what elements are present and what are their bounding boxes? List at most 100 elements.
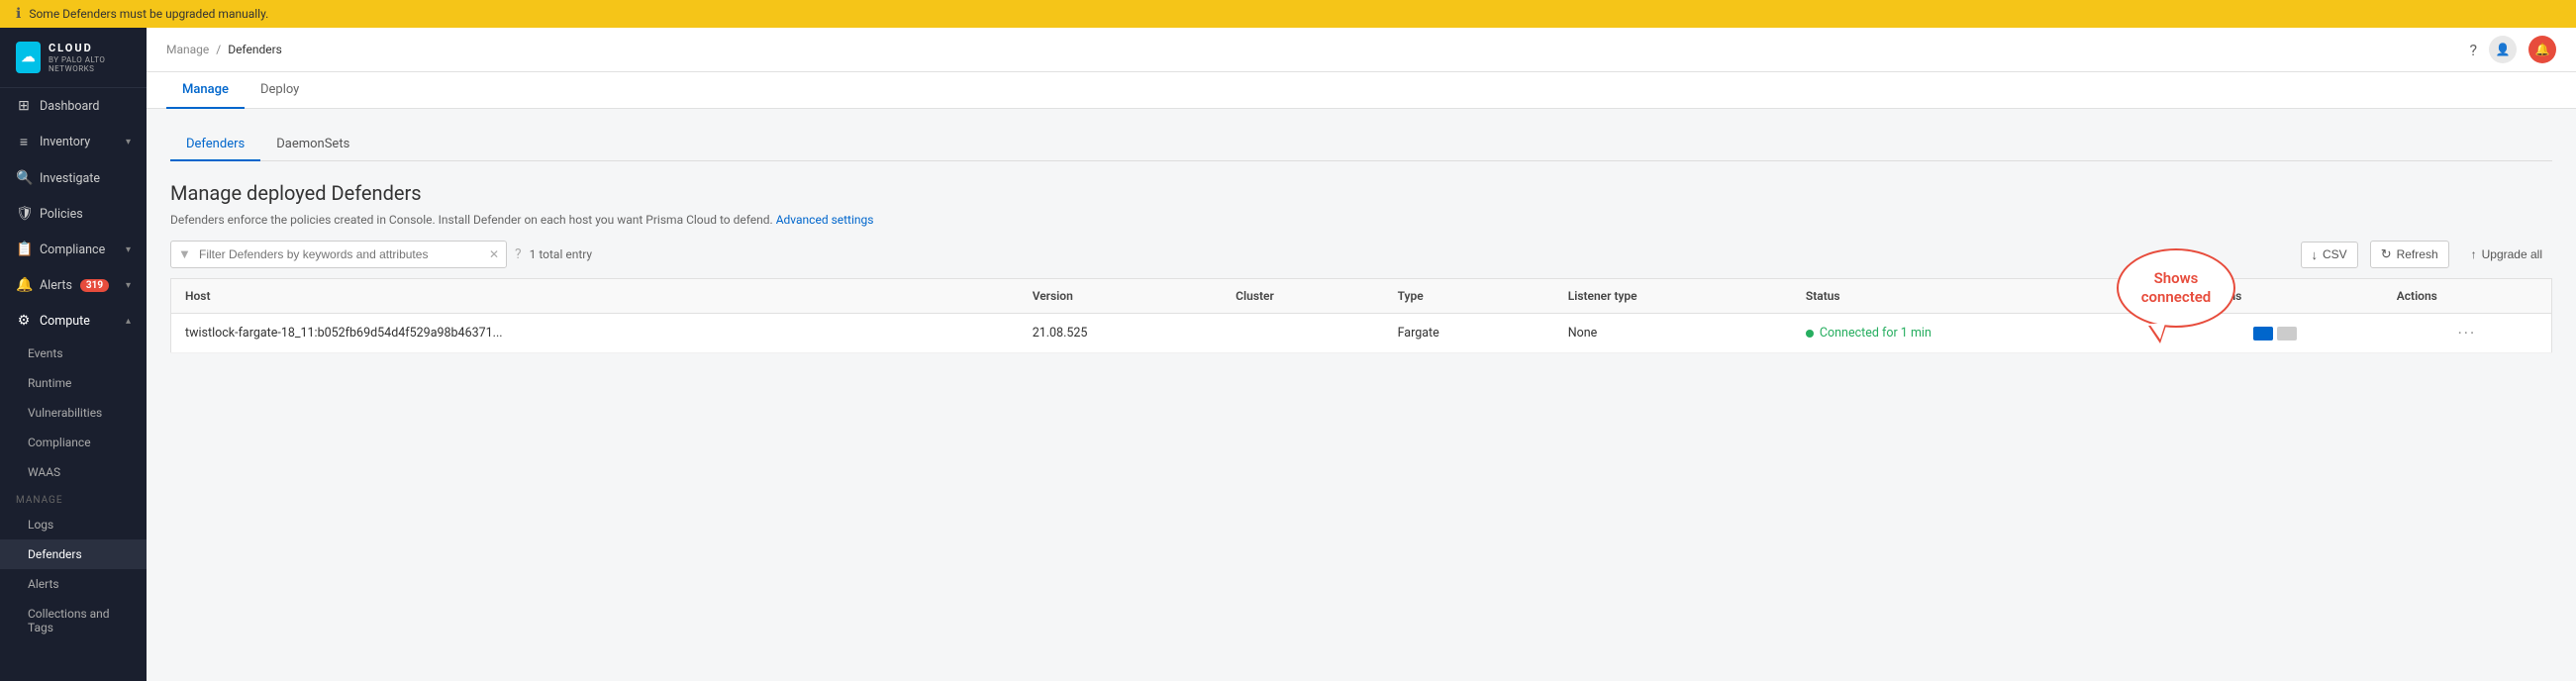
- sidebar-item-vulnerabilities[interactable]: Vulnerabilities: [0, 398, 147, 428]
- entry-count: 1 total entry: [530, 247, 593, 261]
- top-actions: ? 👤 🔔: [2469, 36, 2556, 63]
- toolbar-right: ↓ CSV ↻ Refresh ↑ Upgrade all: [2301, 241, 2553, 268]
- user-avatar[interactable]: 👤: [2489, 36, 2517, 63]
- sidebar-item-defenders[interactable]: Defenders: [0, 539, 147, 569]
- sub-tabs: Defenders DaemonSets: [170, 129, 2552, 161]
- data-table: Host Version Cluster Type Listener type …: [170, 278, 2552, 353]
- cell-status: Connected for 1 min: [1792, 314, 2168, 353]
- upgrade-icon: ↑: [2471, 247, 2477, 261]
- sidebar-item-inventory[interactable]: ≡ Inventory ▾: [0, 124, 147, 160]
- warning-icon: ℹ: [16, 6, 21, 22]
- sidebar-sub-label: Vulnerabilities: [28, 406, 102, 420]
- sidebar-sub-label: Logs: [28, 518, 53, 532]
- col-collections[interactable]: Collections: [2168, 279, 2383, 314]
- tab-deploy[interactable]: Deploy: [245, 72, 315, 109]
- breadcrumb-parent[interactable]: Manage: [166, 43, 209, 56]
- col-actions[interactable]: Actions: [2383, 279, 2552, 314]
- logo-icon: ☁: [16, 42, 41, 73]
- cell-cluster: [1222, 314, 1383, 353]
- actions-menu-button[interactable]: ···: [2458, 324, 2477, 342]
- table-header-row: Host Version Cluster Type Listener type …: [171, 279, 2552, 314]
- chevron-icon: ▾: [126, 280, 131, 291]
- col-version[interactable]: Version: [1019, 279, 1222, 314]
- table-row: twistlock-fargate-18_11:b052fb69d54d4f52…: [171, 314, 2552, 353]
- tab-manage[interactable]: Manage: [166, 72, 245, 109]
- compute-icon: ⚙: [16, 313, 32, 329]
- sidebar-item-label: Dashboard: [40, 99, 99, 114]
- alerts-icon: 🔔: [16, 277, 32, 293]
- breadcrumb: Manage / Defenders: [166, 43, 282, 56]
- sidebar-sub-label: Events: [28, 346, 63, 360]
- refresh-icon: ↻: [2381, 246, 2392, 262]
- sidebar-sub-label: Runtime: [28, 376, 71, 390]
- sidebar-item-label: Alerts: [40, 278, 72, 293]
- filter-wrap: ▼ ✕: [170, 241, 507, 268]
- sidebar-item-runtime[interactable]: Runtime: [0, 368, 147, 398]
- sidebar-item-collections[interactable]: Collections and Tags: [0, 599, 147, 642]
- table-wrapper: Shows connected Host Version Cluster Typ…: [170, 278, 2552, 353]
- inventory-icon: ≡: [16, 134, 32, 150]
- col-host[interactable]: Host: [171, 279, 1019, 314]
- filter-help-icon[interactable]: ?: [515, 246, 522, 262]
- sub-tab-defenders[interactable]: Defenders: [170, 129, 260, 161]
- refresh-button[interactable]: ↻ Refresh: [2370, 241, 2449, 268]
- chevron-icon: ▾: [126, 244, 131, 255]
- investigate-icon: 🔍: [16, 170, 32, 186]
- sidebar-item-alerts[interactable]: 🔔 Alerts 319 ▾: [0, 267, 147, 303]
- page-tabs: Manage Deploy: [147, 72, 2576, 109]
- sidebar-sub-label: WAAS: [28, 465, 60, 479]
- sidebar-nav: ⊞ Dashboard ≡ Inventory ▾ 🔍 Investigate: [0, 88, 147, 681]
- sidebar-item-label: Investigate: [40, 171, 100, 186]
- dashboard-icon: ⊞: [16, 98, 32, 114]
- col-listener-type[interactable]: Listener type: [1554, 279, 1792, 314]
- sidebar-item-alerts-manage[interactable]: Alerts: [0, 569, 147, 599]
- csv-button[interactable]: ↓ CSV: [2301, 242, 2358, 268]
- sidebar-item-dashboard[interactable]: ⊞ Dashboard: [0, 88, 147, 124]
- alert-icon[interactable]: 🔔: [2528, 36, 2556, 63]
- col-cluster[interactable]: Cluster: [1222, 279, 1383, 314]
- advanced-settings-link[interactable]: Advanced settings: [776, 213, 874, 227]
- table-toolbar: ▼ ✕ ? 1 total entry ↓ CSV ↻ Refresh: [170, 241, 2552, 268]
- cell-version: 21.08.525: [1019, 314, 1222, 353]
- cell-listener-type: None: [1554, 314, 1792, 353]
- sidebar-item-logs[interactable]: Logs: [0, 510, 147, 539]
- status-connected: Connected for 1 min: [1806, 326, 2154, 340]
- sidebar-logo: ☁ CLOUD BY PALO ALTO NETWORKS: [0, 28, 147, 88]
- csv-icon: ↓: [2312, 247, 2319, 262]
- sidebar-sub-label: Defenders: [28, 547, 82, 561]
- top-bar: Manage / Defenders ? 👤 🔔: [147, 28, 2576, 72]
- compliance-icon: 📋: [16, 242, 32, 257]
- sidebar-item-policies[interactable]: 🛡 Policies: [0, 196, 147, 232]
- sidebar-item-compute[interactable]: ⚙ Compute ▴: [0, 303, 147, 339]
- collection-gray-icon[interactable]: [2277, 327, 2297, 340]
- alerts-badge: 319: [80, 279, 109, 292]
- policies-icon: 🛡: [16, 206, 32, 222]
- sidebar-item-events[interactable]: Events: [0, 339, 147, 368]
- cell-type: Fargate: [1384, 314, 1554, 353]
- chevron-icon: ▾: [126, 137, 131, 147]
- cell-actions: ···: [2383, 314, 2552, 353]
- section-desc: Defenders enforce the policies created i…: [170, 211, 2552, 229]
- col-type[interactable]: Type: [1384, 279, 1554, 314]
- cell-host: twistlock-fargate-18_11:b052fb69d54d4f52…: [171, 314, 1019, 353]
- upgrade-button[interactable]: ↑ Upgrade all: [2461, 243, 2552, 266]
- collection-icons: [2182, 327, 2369, 340]
- filter-clear-icon[interactable]: ✕: [489, 247, 499, 261]
- filter-input[interactable]: [170, 241, 507, 268]
- sidebar-sub-label: Compliance: [28, 436, 91, 449]
- collection-blue-icon[interactable]: [2253, 327, 2273, 340]
- sidebar-sub-label: Alerts: [28, 577, 59, 591]
- warning-banner: ℹ Some Defenders must be upgraded manual…: [0, 0, 2576, 28]
- sub-tab-daemonsets[interactable]: DaemonSets: [260, 129, 365, 161]
- sidebar-item-waas[interactable]: WAAS: [0, 457, 147, 487]
- col-status[interactable]: Status: [1792, 279, 2168, 314]
- sidebar-item-label: Compute: [40, 314, 90, 329]
- sidebar-item-compliance[interactable]: 📋 Compliance ▾: [0, 232, 147, 267]
- sidebar-item-compliance-sub[interactable]: Compliance: [0, 428, 147, 457]
- sidebar-item-investigate[interactable]: 🔍 Investigate: [0, 160, 147, 196]
- sidebar-item-label: Compliance: [40, 243, 105, 257]
- page-content: Defenders DaemonSets Manage deployed Def…: [147, 109, 2576, 681]
- breadcrumb-separator: /: [216, 43, 221, 56]
- sidebar-item-label: Policies: [40, 207, 83, 222]
- help-icon[interactable]: ?: [2469, 41, 2477, 59]
